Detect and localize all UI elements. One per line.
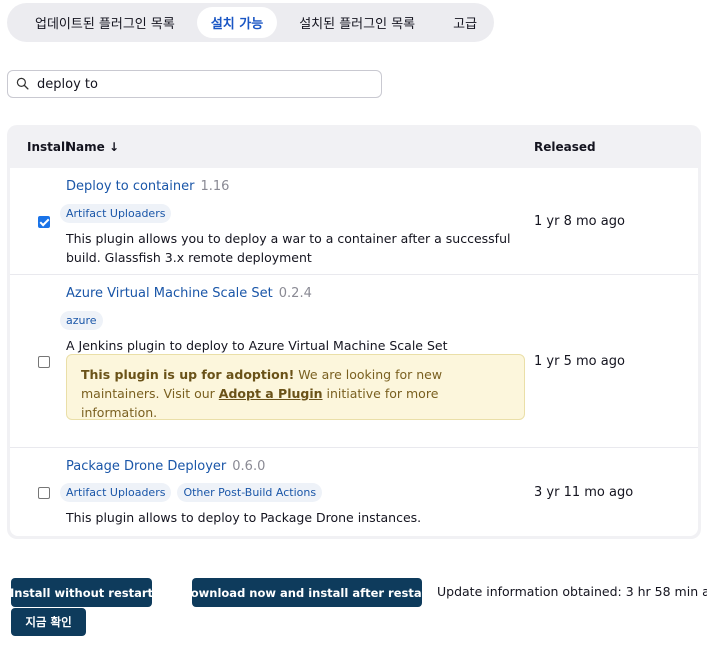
tag-label[interactable]: Artifact Uploaders (60, 204, 172, 223)
plugin-version: 1.16 (200, 179, 230, 194)
search-box (7, 70, 382, 98)
released-date: 1 yr 8 mo ago (534, 214, 625, 229)
install-checkbox[interactable] (38, 356, 50, 368)
plugin-version: 0.6.0 (232, 459, 266, 474)
adoption-heading: This plugin is up for adoption! (81, 367, 295, 382)
table-body: Deploy to container 1.16 Artifact Uploade… (10, 168, 698, 536)
tab-bar: 업데이트된 플러그인 목록 설치 가능 설치된 플러그인 목록 고급 (7, 3, 494, 42)
plugins-table: Install Name ↓ Released Deploy to contai… (7, 125, 701, 539)
table-row: Azure Virtual Machine Scale Set 0.2.4 azu… (10, 275, 698, 448)
released-date: 1 yr 5 mo ago (534, 354, 625, 369)
plugin-description: This plugin allows to deploy to Package … (66, 510, 422, 525)
tab-available[interactable]: 설치 가능 (196, 7, 278, 38)
tab-installed[interactable]: 설치된 플러그인 목록 (285, 7, 429, 38)
adopt-plugin-link[interactable]: Adopt a Plugin (219, 386, 323, 401)
plugin-description: A Jenkins plugin to deploy to Azure Virt… (66, 338, 448, 353)
tab-updates[interactable]: 업데이트된 플러그인 목록 (21, 7, 189, 38)
check-now-button[interactable]: 지금 확인 (11, 608, 86, 636)
install-without-restart-button[interactable]: Install without restart (10, 578, 153, 607)
header-name[interactable]: Name ↓ (66, 140, 119, 154)
tag-label[interactable]: Other Post-Build Actions (177, 483, 323, 502)
adoption-notice: This plugin is up for adoption! We are l… (66, 354, 525, 420)
plugin-name-link[interactable]: Azure Virtual Machine Scale Set 0.2.4 (66, 286, 312, 301)
tag-label[interactable]: azure (60, 311, 103, 330)
plugin-tags: Artifact Uploaders Other Post-Build Acti… (60, 483, 323, 502)
install-checkbox[interactable] (38, 216, 50, 228)
install-checkbox[interactable] (38, 487, 50, 499)
header-released[interactable]: Released (534, 140, 596, 154)
plugin-version: 0.2.4 (278, 286, 312, 301)
plugin-tags: Artifact Uploaders (60, 204, 172, 223)
plugin-name-link[interactable]: Package Drone Deployer 0.6.0 (66, 459, 265, 474)
update-status-text: Update information obtained: 3 hr 58 min… (437, 584, 707, 599)
download-install-after-restart-button[interactable]: Download now and install after restart (181, 578, 433, 607)
tab-advanced[interactable]: 고급 (439, 7, 491, 38)
plugin-name-link[interactable]: Deploy to container 1.16 (66, 179, 229, 194)
tag-label[interactable]: Artifact Uploaders (60, 483, 172, 502)
table-header: Install Name ↓ Released (7, 125, 701, 168)
header-install: Install (27, 140, 70, 154)
table-row: Package Drone Deployer 0.6.0 Artifact Upl… (10, 448, 698, 536)
plugin-tags: azure (60, 311, 103, 330)
table-row: Deploy to container 1.16 Artifact Uploade… (10, 168, 698, 275)
search-input[interactable] (35, 75, 369, 93)
released-date: 3 yr 11 mo ago (534, 485, 634, 500)
plugin-description: This plugin allows you to deploy a war t… (66, 231, 511, 265)
search-icon (16, 75, 29, 94)
